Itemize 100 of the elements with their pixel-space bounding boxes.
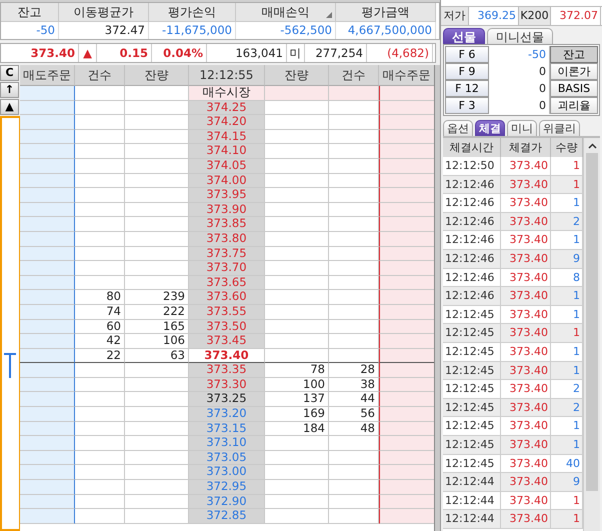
order-cell[interactable] [20, 246, 75, 262]
order-cell[interactable] [378, 232, 434, 247]
order-cell[interactable] [378, 436, 434, 451]
order-cell[interactable] [20, 494, 75, 510]
column-header: 건수 [74, 65, 125, 86]
order-cell[interactable] [378, 304, 434, 320]
table-cell [74, 246, 125, 262]
order-cell[interactable] [20, 130, 75, 144]
tab[interactable]: 미니 [507, 120, 537, 136]
tab[interactable]: 위클리 [539, 120, 580, 136]
order-cell[interactable] [378, 320, 434, 334]
side-button[interactable]: C [0, 65, 19, 81]
order-cell[interactable] [20, 290, 75, 305]
order-cell[interactable] [378, 202, 434, 218]
tab[interactable]: 옵션 [443, 120, 473, 136]
order-cell[interactable] [378, 130, 434, 144]
order-cell[interactable] [20, 202, 75, 218]
order-cell[interactable] [378, 188, 434, 203]
view-button[interactable]: 괴리율 [550, 97, 598, 114]
order-cell[interactable] [378, 407, 434, 422]
order-cell[interactable] [20, 217, 75, 232]
scrollbar[interactable] [583, 138, 600, 531]
order-cell[interactable] [378, 334, 434, 349]
order-cell[interactable] [378, 465, 434, 480]
price-cell: 372.90 [188, 494, 265, 510]
order-cell[interactable] [20, 174, 75, 188]
price-cell: 373.10 [188, 436, 265, 451]
market-label[interactable]: 매수시장 [188, 86, 265, 101]
view-button[interactable]: 잔고 [550, 46, 598, 63]
order-cell[interactable] [20, 348, 75, 364]
order-cell[interactable] [378, 392, 434, 408]
order-cell[interactable] [20, 407, 75, 422]
contract-button[interactable]: F 12 [445, 80, 489, 97]
order-cell[interactable] [378, 378, 434, 392]
side-button[interactable]: ↑ [0, 82, 19, 98]
order-cell[interactable] [378, 261, 434, 276]
order-cell[interactable] [20, 320, 75, 334]
order-cell[interactable] [378, 290, 434, 305]
order-cell[interactable] [20, 232, 75, 247]
order-cell[interactable] [20, 115, 75, 130]
contract-button[interactable]: F 3 [445, 97, 489, 114]
table-cell [264, 188, 329, 203]
order-cell[interactable] [20, 509, 75, 524]
table-cell [264, 450, 329, 466]
order-cell[interactable] [20, 334, 75, 349]
order-cell[interactable] [378, 480, 434, 495]
order-cell[interactable] [20, 100, 75, 116]
order-cell[interactable] [378, 450, 434, 466]
tab[interactable]: 선물 [443, 28, 485, 44]
order-cell[interactable] [378, 422, 434, 436]
scroll-thumb[interactable] [586, 153, 598, 491]
table-cell [264, 86, 329, 101]
order-cell[interactable] [20, 465, 75, 480]
order-cell[interactable] [20, 450, 75, 466]
tab[interactable]: 미니선물 [487, 28, 553, 44]
side-button[interactable]: ▲ [0, 99, 19, 115]
order-cell[interactable] [378, 363, 434, 378]
order-cell[interactable] [20, 261, 75, 276]
column-header: 매도주문 [20, 65, 75, 86]
column-header: 잔고 [1, 3, 59, 22]
order-cell[interactable] [20, 158, 75, 174]
order-cell[interactable] [378, 174, 434, 188]
order-cell[interactable] [20, 378, 75, 392]
order-cell[interactable] [378, 348, 434, 364]
price-cell: 373.70 [188, 261, 265, 276]
quote-value: ▲ [79, 44, 97, 62]
table-cell [264, 494, 329, 510]
order-cell[interactable] [378, 115, 434, 130]
price-cell: 373.60 [188, 290, 265, 305]
order-cell[interactable] [378, 246, 434, 262]
order-cell[interactable] [20, 304, 75, 320]
price-cell: 373.75 [188, 246, 265, 262]
table-cell[interactable] [378, 86, 434, 101]
scroll-up-icon[interactable] [588, 143, 596, 149]
price-cell: 373.05 [188, 450, 265, 466]
order-cell[interactable] [378, 158, 434, 174]
contract-button[interactable]: F 9 [445, 63, 489, 80]
table-cell: 12:12:46 [443, 212, 501, 232]
order-cell[interactable] [378, 494, 434, 510]
order-cell[interactable] [378, 100, 434, 116]
contract-button[interactable]: F 6 [445, 46, 489, 63]
order-cell[interactable] [378, 217, 434, 232]
order-cell[interactable] [20, 392, 75, 408]
view-button[interactable]: 이론가 [550, 63, 598, 80]
order-cell[interactable] [20, 188, 75, 203]
order-cell[interactable] [20, 363, 75, 378]
view-button[interactable]: BASIS [550, 80, 598, 97]
order-cell[interactable] [378, 509, 434, 524]
order-cell[interactable] [20, 422, 75, 436]
order-cell[interactable] [20, 276, 75, 290]
table-cell [124, 392, 189, 408]
tab[interactable]: 체결 [475, 120, 505, 136]
order-cell[interactable] [20, 480, 75, 495]
table-cell [264, 480, 329, 495]
order-cell[interactable] [378, 276, 434, 290]
order-cell[interactable] [20, 144, 75, 159]
table-cell[interactable] [20, 86, 75, 101]
order-cell[interactable] [378, 144, 434, 159]
table-cell [264, 509, 329, 524]
order-cell[interactable] [20, 436, 75, 451]
